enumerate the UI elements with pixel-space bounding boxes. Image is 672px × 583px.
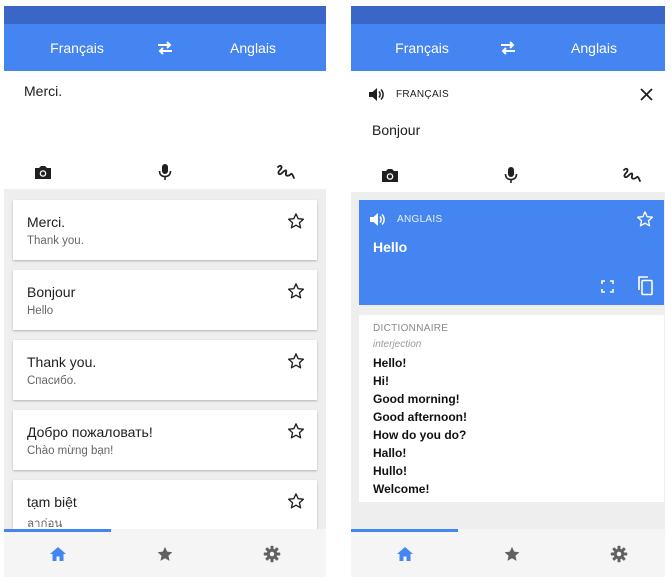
active-tab-indicator xyxy=(351,529,458,532)
nav-home[interactable] xyxy=(390,539,420,569)
input-text[interactable]: Merci. xyxy=(24,83,62,99)
star-outline-icon[interactable] xyxy=(287,352,305,370)
star-outline-icon[interactable] xyxy=(287,282,305,300)
nav-favorites[interactable] xyxy=(150,539,180,569)
nav-settings[interactable] xyxy=(604,539,634,569)
star-icon xyxy=(157,546,173,561)
camera-icon xyxy=(382,169,398,182)
dictionary-entry[interactable]: Good afternoon! xyxy=(373,408,467,426)
dictionary-entry[interactable]: Hello! xyxy=(373,354,467,372)
status-bar xyxy=(4,6,326,24)
history-translation: Hello xyxy=(27,305,54,317)
speaker-icon[interactable] xyxy=(369,212,386,227)
history-source: tạm biệt xyxy=(27,494,77,510)
source-language-selector[interactable]: Français xyxy=(4,40,150,56)
star-outline-icon[interactable] xyxy=(287,422,305,440)
history-source: Merci. xyxy=(27,214,66,230)
nav-home[interactable] xyxy=(43,539,73,569)
target-language-selector[interactable]: Anglais xyxy=(180,40,326,56)
settings-icon xyxy=(263,545,281,563)
dictionary-card: DICTIONNAIRE interjection Hello! Hi! Goo… xyxy=(359,315,664,502)
nav-favorites[interactable] xyxy=(497,539,527,569)
translation-result-card: ANGLAIS Hello xyxy=(359,200,664,305)
camera-button[interactable] xyxy=(32,161,54,183)
history-translation: Thank you. xyxy=(27,235,84,247)
star-outline-icon[interactable] xyxy=(287,212,305,230)
swap-arrows-icon xyxy=(501,40,515,55)
swap-arrows-icon xyxy=(158,40,172,55)
swap-languages-button[interactable] xyxy=(493,40,523,56)
copy-icon[interactable] xyxy=(637,276,654,296)
camera-button[interactable] xyxy=(379,164,401,186)
right-screen: Français Anglais FRANÇAIS Bonjour ANGLAI… xyxy=(351,6,665,577)
dictionary-entry[interactable]: How do you do? xyxy=(373,426,467,444)
status-bar xyxy=(351,6,665,24)
history-source: Bonjour xyxy=(27,284,76,300)
microphone-icon xyxy=(504,167,518,183)
translation-text: Hello xyxy=(373,239,408,255)
speaker-icon[interactable] xyxy=(368,87,385,102)
handwriting-icon xyxy=(623,167,641,182)
dictionary-heading: DICTIONNAIRE xyxy=(373,323,449,334)
fullscreen-icon[interactable] xyxy=(601,280,614,293)
source-language-selector[interactable]: Français xyxy=(351,40,493,56)
history-source: Thank you. xyxy=(27,354,97,370)
star-outline-icon[interactable] xyxy=(636,210,654,228)
handwriting-button[interactable] xyxy=(621,164,643,186)
history-translation: Chào mừng bạn! xyxy=(27,445,114,457)
active-tab-indicator xyxy=(4,529,111,532)
home-icon xyxy=(397,547,413,561)
star-outline-icon[interactable] xyxy=(287,492,305,510)
input-area[interactable]: FRANÇAIS Bonjour xyxy=(351,71,665,192)
close-icon[interactable] xyxy=(640,88,653,101)
nav-settings[interactable] xyxy=(257,539,287,569)
bottom-navigation xyxy=(351,529,665,577)
target-language-label: ANGLAIS xyxy=(397,214,443,225)
dictionary-entries: Hello! Hi! Good morning! Good afternoon!… xyxy=(373,354,467,498)
star-icon xyxy=(504,546,520,561)
handwriting-icon xyxy=(277,164,295,179)
microphone-button[interactable] xyxy=(500,164,522,186)
history-card[interactable]: Добро пожаловать! Chào mừng bạn! xyxy=(13,410,317,470)
history-card[interactable]: Merci. Thank you. xyxy=(13,200,317,260)
microphone-icon xyxy=(158,164,172,180)
handwriting-button[interactable] xyxy=(275,161,297,183)
source-language-label: FRANÇAIS xyxy=(396,89,449,100)
camera-icon xyxy=(35,166,51,179)
target-language-selector[interactable]: Anglais xyxy=(523,40,665,56)
dictionary-entry[interactable]: Hi! xyxy=(373,372,467,390)
bottom-navigation xyxy=(4,529,326,577)
app-bar: Français Anglais xyxy=(351,24,665,71)
history-card[interactable]: Thank you. Спасибо. xyxy=(13,340,317,400)
history-translation: Спасибо. xyxy=(27,375,77,387)
dictionary-entry[interactable]: Welcome! xyxy=(373,480,467,498)
settings-icon xyxy=(610,545,628,563)
part-of-speech: interjection xyxy=(373,339,422,350)
dictionary-entry[interactable]: Hullo! xyxy=(373,462,467,480)
dictionary-entry[interactable]: Good morning! xyxy=(373,390,467,408)
input-area[interactable]: Merci. xyxy=(4,71,326,189)
input-tools xyxy=(4,161,326,183)
dictionary-entry[interactable]: Hallo! xyxy=(373,444,467,462)
left-screen: Français Anglais Merci. Merci. Thank you… xyxy=(4,6,326,577)
history-card[interactable]: Bonjour Hello xyxy=(13,270,317,330)
history-source: Добро пожаловать! xyxy=(27,424,153,440)
input-text[interactable]: Bonjour xyxy=(372,122,420,138)
microphone-button[interactable] xyxy=(154,161,176,183)
input-tools xyxy=(351,164,665,186)
swap-languages-button[interactable] xyxy=(150,40,180,56)
app-bar: Français Anglais xyxy=(4,24,326,71)
home-icon xyxy=(50,547,66,561)
